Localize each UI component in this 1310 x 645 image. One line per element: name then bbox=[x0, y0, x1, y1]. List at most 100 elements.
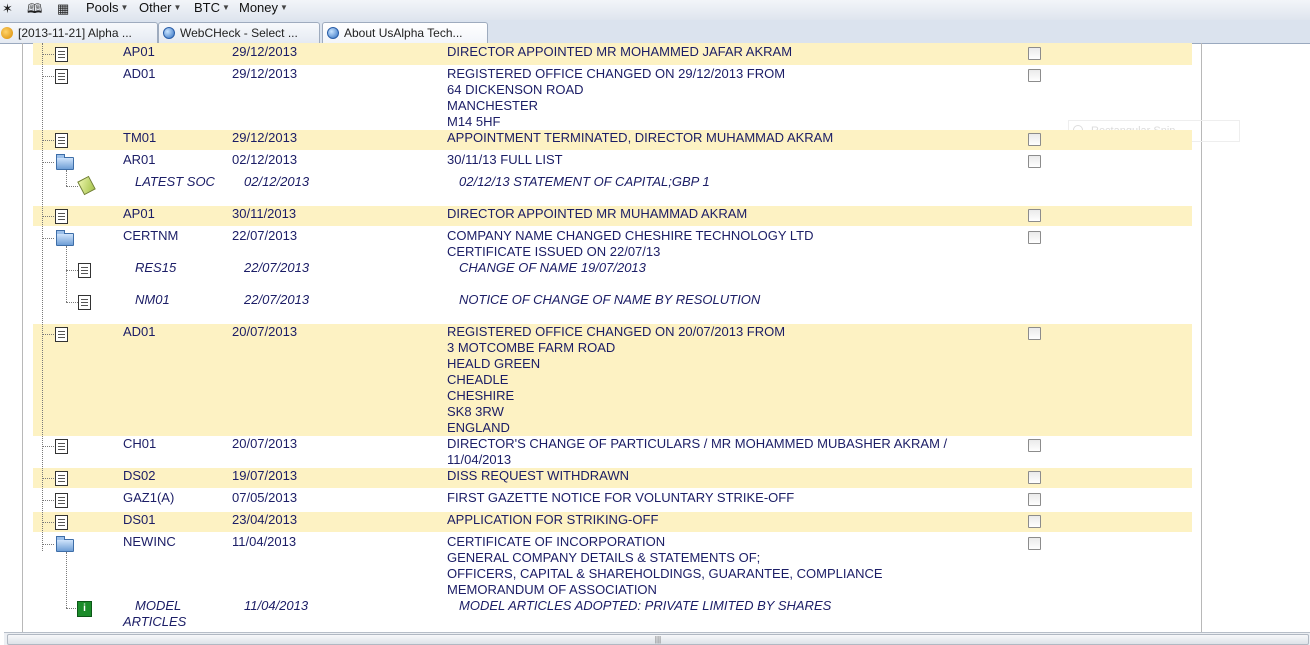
tab-alpha[interactable]: [2013-11-21] Alpha ... bbox=[0, 22, 158, 43]
select-checkbox[interactable] bbox=[1028, 231, 1041, 244]
filing-type[interactable]: GAZ1(A) bbox=[123, 490, 174, 506]
filing-description: REGISTERED OFFICE CHANGED ON 29/12/2013 … bbox=[447, 66, 786, 81]
filing-type[interactable]: MODEL ARTICLES bbox=[123, 598, 186, 630]
filing-type[interactable]: LATEST SOC bbox=[135, 174, 215, 190]
select-checkbox[interactable] bbox=[1028, 439, 1041, 452]
filing-date: 19/07/2013 bbox=[232, 468, 298, 483]
filing-date: 11/04/2013 bbox=[232, 534, 297, 549]
globe-icon bbox=[163, 27, 175, 39]
filing-description: COMPANY NAME CHANGED CHESHIRE TECHNOLOGY… bbox=[447, 228, 814, 243]
filing-type[interactable]: AD01 bbox=[123, 324, 156, 340]
select-checkbox[interactable] bbox=[1028, 515, 1041, 528]
menu-bar: ✶ 🕮 ▦ Pools ▼ Other ▼ BTC ▼ Money ▼ bbox=[0, 0, 1310, 21]
tab-label: About UsAlpha Tech... bbox=[344, 26, 463, 40]
filing-description: REGISTERED OFFICE CHANGED ON 20/07/2013 … bbox=[447, 324, 786, 339]
select-checkbox[interactable] bbox=[1028, 69, 1041, 82]
document-icon[interactable] bbox=[55, 47, 68, 62]
document-icon[interactable] bbox=[78, 263, 91, 278]
horizontal-scrollbar[interactable]: ||| bbox=[4, 632, 1310, 645]
menu-other[interactable]: Other ▼ bbox=[139, 0, 181, 18]
tab-bar: [2013-11-21] Alpha ... WebCHeck - Select… bbox=[0, 20, 1310, 44]
filing-type[interactable]: AD01 bbox=[123, 66, 156, 82]
info-icon[interactable]: i bbox=[77, 601, 92, 617]
select-checkbox[interactable] bbox=[1028, 327, 1041, 340]
content-border-left bbox=[22, 43, 23, 632]
tree-line bbox=[42, 140, 54, 141]
filing-date: 29/12/2013 bbox=[232, 66, 298, 81]
tree-line bbox=[42, 522, 54, 523]
filing-date: 29/12/2013 bbox=[232, 44, 298, 59]
tree-line bbox=[42, 446, 54, 447]
menu-money[interactable]: Money ▼ bbox=[239, 0, 288, 18]
document-icon[interactable] bbox=[55, 493, 68, 508]
chevron-down-icon: ▼ bbox=[173, 3, 182, 12]
filing-date: 20/07/2013 bbox=[232, 436, 298, 451]
select-checkbox[interactable] bbox=[1028, 133, 1041, 146]
filing-type[interactable]: RES15 bbox=[135, 260, 176, 276]
filing-date: 29/12/2013 bbox=[232, 130, 298, 145]
tree-line bbox=[42, 76, 54, 77]
filing-date: 22/07/2013 bbox=[232, 228, 298, 243]
select-checkbox[interactable] bbox=[1028, 47, 1041, 60]
statement-of-capital-icon[interactable] bbox=[77, 175, 96, 196]
filing-description: 02/12/13 STATEMENT OF CAPITAL;GBP 1 bbox=[459, 174, 710, 189]
document-icon[interactable] bbox=[55, 471, 68, 486]
document-icon[interactable] bbox=[55, 133, 68, 148]
filing-type[interactable]: DS02 bbox=[123, 468, 156, 484]
filing-date: 30/11/2013 bbox=[232, 206, 297, 221]
grid-icon[interactable]: ▦ bbox=[57, 1, 69, 17]
select-checkbox[interactable] bbox=[1028, 493, 1041, 506]
filing-type[interactable]: CERTNM bbox=[123, 228, 178, 244]
filing-type[interactable]: CH01 bbox=[123, 436, 156, 452]
filing-description: APPOINTMENT TERMINATED, DIRECTOR MUHAMMA… bbox=[447, 130, 834, 145]
filing-type[interactable]: AR01 bbox=[123, 152, 156, 168]
select-checkbox[interactable] bbox=[1028, 471, 1041, 484]
filing-description: CERTIFICATE OF INCORPORATION bbox=[447, 534, 666, 549]
scrollbar-thumb[interactable]: ||| bbox=[7, 634, 1309, 645]
select-checkbox[interactable] bbox=[1028, 209, 1041, 222]
document-icon[interactable] bbox=[55, 515, 68, 530]
filing-type[interactable]: NM01 bbox=[135, 292, 170, 308]
filing-date: 07/05/2013 bbox=[232, 490, 298, 505]
tree-line bbox=[42, 544, 54, 545]
filing-description: 3 MOTCOMBE FARM ROAD bbox=[447, 340, 616, 355]
document-icon[interactable] bbox=[55, 327, 68, 342]
filing-type[interactable]: DS01 bbox=[123, 512, 156, 528]
filing-description: GENERAL COMPANY DETAILS & STATEMENTS OF; bbox=[447, 550, 761, 565]
filing-description: CHEADLE bbox=[447, 372, 509, 387]
filing-description: CHESHIRE bbox=[447, 388, 515, 403]
menu-pools[interactable]: Pools ▼ bbox=[86, 0, 128, 18]
tree-line bbox=[66, 186, 78, 187]
filing-type[interactable]: TM01 bbox=[123, 130, 156, 146]
select-checkbox[interactable] bbox=[1028, 155, 1041, 168]
document-icon[interactable] bbox=[55, 209, 68, 224]
folder-icon[interactable] bbox=[56, 536, 74, 552]
filing-date: 23/04/2013 bbox=[232, 512, 298, 527]
document-icon[interactable] bbox=[55, 69, 68, 84]
tree-line bbox=[66, 170, 67, 186]
filing-type[interactable]: AP01 bbox=[123, 44, 155, 60]
menu-btc[interactable]: BTC ▼ bbox=[194, 0, 230, 18]
filing-description: MEMORANDUM OF ASSOCIATION bbox=[447, 582, 657, 597]
book-icon[interactable]: 🕮 bbox=[27, 1, 42, 17]
filing-date: 11/04/2013 bbox=[244, 598, 309, 613]
tab-label: WebCHeck - Select ... bbox=[180, 26, 298, 40]
filing-description: 64 DICKENSON ROAD bbox=[447, 82, 584, 97]
document-icon[interactable] bbox=[55, 439, 68, 454]
tree-line bbox=[66, 270, 78, 271]
chevron-down-icon: ▼ bbox=[120, 3, 129, 12]
tab-about-us[interactable]: About UsAlpha Tech... bbox=[322, 22, 488, 43]
filing-description: M14 5HF bbox=[447, 114, 501, 129]
tab-webcheck[interactable]: WebCHeck - Select ... bbox=[158, 22, 320, 43]
folder-icon[interactable] bbox=[56, 230, 74, 246]
filing-type[interactable]: AP01 bbox=[123, 206, 155, 222]
filing-type[interactable]: NEWINC bbox=[123, 534, 176, 550]
glasses-icon[interactable]: ✶ bbox=[2, 1, 13, 17]
filing-description: MANCHESTER bbox=[447, 98, 539, 113]
document-icon[interactable] bbox=[78, 295, 91, 310]
filing-description: DIRECTOR APPOINTED MR MUHAMMAD AKRAM bbox=[447, 206, 748, 221]
select-checkbox[interactable] bbox=[1028, 537, 1041, 550]
coin-icon bbox=[1, 27, 13, 39]
folder-icon[interactable] bbox=[56, 154, 74, 170]
filing-date: 20/07/2013 bbox=[232, 324, 298, 339]
